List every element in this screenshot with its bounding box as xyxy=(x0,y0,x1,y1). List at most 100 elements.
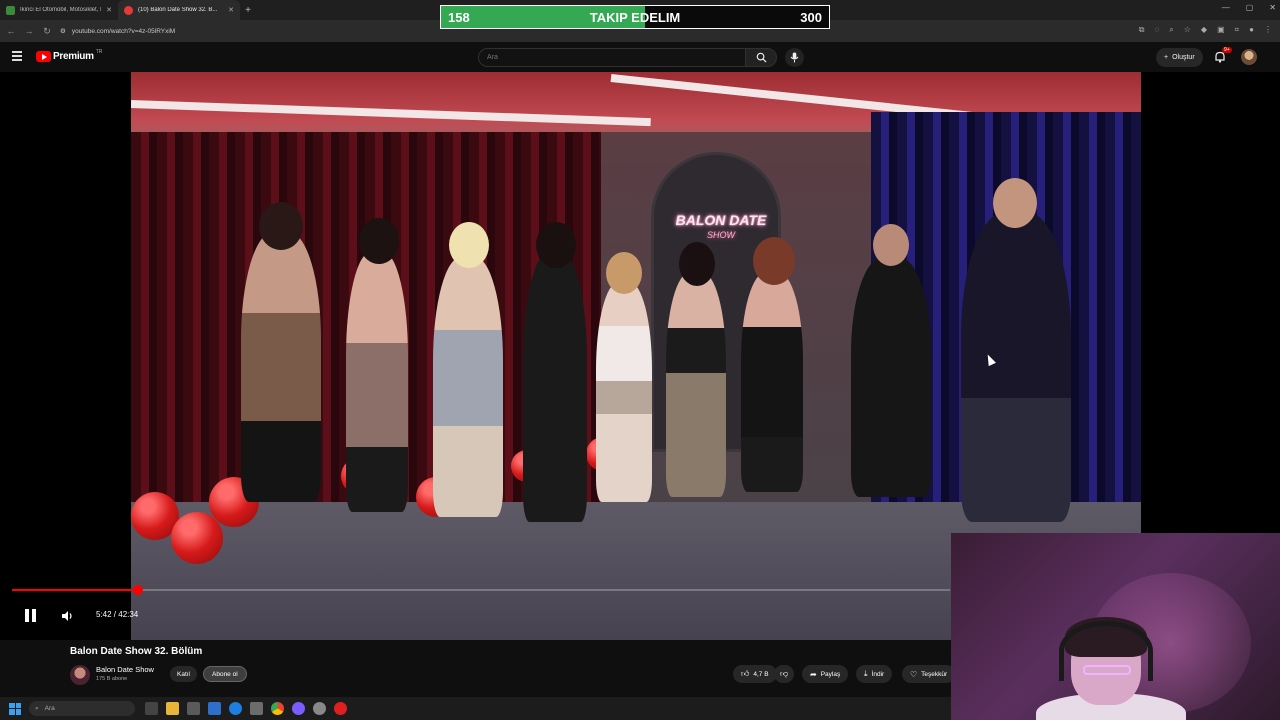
youtube-header: Premium TR Ara + Oluştur 9+ xyxy=(0,42,1280,72)
join-button[interactable]: Katıl xyxy=(170,666,198,682)
extensions-puzzle-icon[interactable]: ▣ xyxy=(1217,25,1225,35)
chrome-icon[interactable] xyxy=(271,702,284,715)
windows-taskbar: ⌕ Ara xyxy=(0,697,951,720)
record-icon[interactable] xyxy=(334,702,347,715)
thanks-heart-icon: ♡ xyxy=(910,669,918,679)
download-label: İndir xyxy=(871,670,885,678)
channel-avatar[interactable] xyxy=(70,665,90,685)
browser-tab-1[interactable]: İkinci El Otomobil, Motosiklet, İ... ✕ xyxy=(0,0,118,20)
download-icon: ⤓ xyxy=(864,669,868,678)
host-figure xyxy=(851,257,931,497)
subscribe-button[interactable]: Abone ol xyxy=(203,666,247,682)
install-icon[interactable]: ⧉ xyxy=(1139,25,1145,35)
window-controls: — ▢ ✕ xyxy=(1222,3,1276,12)
download-button[interactable]: ⤓ İndir xyxy=(856,665,893,683)
tab-search-icon[interactable]: ⌗ xyxy=(1235,25,1240,35)
like-count: 4,7 B xyxy=(753,670,769,678)
tab-title: (10) Balon Date Show 32. B... xyxy=(138,7,218,13)
neon-sign-subtitle: SHOW xyxy=(707,230,735,240)
forward-icon[interactable]: → xyxy=(24,26,34,36)
browser-toolbar-icons: ⧉ ◌ ⌕ ☆ ◆ ▣ ⌗ ● ⋮ xyxy=(1139,25,1272,35)
follow-goal-overlay: 158 TAKIP EDELIM 300 xyxy=(440,5,830,29)
progress-played xyxy=(12,589,138,591)
progress-scrubber[interactable] xyxy=(132,585,143,595)
volume-icon[interactable] xyxy=(60,609,74,623)
tab-title: İkinci El Otomobil, Motosiklet, İ... xyxy=(20,7,102,13)
logo-text: Premium xyxy=(53,51,94,62)
back-icon[interactable]: ← xyxy=(6,26,16,36)
youtube-favicon-icon xyxy=(124,5,133,15)
maximize-icon[interactable]: ▢ xyxy=(1246,3,1254,12)
new-tab-icon[interactable]: + xyxy=(240,5,256,16)
reload-icon[interactable]: ↻ xyxy=(42,26,52,37)
contestant-figure xyxy=(741,272,803,492)
url-field[interactable]: ⚙ youtube.com/watch?v=4z-05lRYxiM xyxy=(60,27,176,36)
contestant-head xyxy=(606,252,642,294)
thanks-label: Teşekkür xyxy=(921,670,948,678)
task-view-icon[interactable] xyxy=(145,702,158,715)
taskbar-search[interactable]: ⌕ Ara xyxy=(29,701,135,716)
search-button[interactable] xyxy=(745,48,777,67)
browser-menu-icon[interactable]: ⋮ xyxy=(1264,25,1272,35)
site-info-icon[interactable]: ⚙ xyxy=(60,27,66,35)
balloon xyxy=(171,512,223,564)
contestant-head xyxy=(259,202,303,250)
taskbar-search-label: Ara xyxy=(44,705,55,712)
thanks-button[interactable]: ♡ Teşekkür xyxy=(902,665,956,683)
app-icon[interactable] xyxy=(250,702,263,715)
app-icon[interactable] xyxy=(292,702,305,715)
time-display: 5:42 / 42:34 xyxy=(96,610,139,619)
neon-sign-title: BALON DATE xyxy=(675,212,767,228)
video-progress-bar[interactable] xyxy=(12,585,950,595)
profile-icon[interactable]: ● xyxy=(1249,25,1254,35)
like-button[interactable]: 👍︎ 4,7 B xyxy=(733,665,777,683)
eye-off-icon[interactable]: ◌ xyxy=(1155,25,1160,35)
pause-icon[interactable] xyxy=(23,609,37,623)
share-label: Paylaş xyxy=(820,670,841,678)
close-tab-icon[interactable]: ✕ xyxy=(106,6,112,14)
host-head xyxy=(873,224,909,266)
goal-label: TAKIP EDELIM xyxy=(589,10,681,25)
windows-start-icon[interactable] xyxy=(9,702,21,715)
thumbs-down-icon: 👎︎ xyxy=(780,669,789,678)
contestant-head xyxy=(536,222,576,268)
minimize-icon[interactable]: — xyxy=(1222,3,1230,12)
store-icon[interactable] xyxy=(187,702,200,715)
voice-search-button[interactable] xyxy=(785,48,804,67)
site-favicon-icon xyxy=(6,5,15,15)
share-button[interactable]: ➦ Paylaş xyxy=(802,665,849,683)
notification-badge: 9+ xyxy=(1222,47,1232,53)
host-figure xyxy=(961,212,1071,522)
zoom-icon[interactable]: ⌕ xyxy=(1169,25,1173,35)
search-input[interactable]: Ara xyxy=(478,48,746,67)
video-title: Balon Date Show 32. Bölüm xyxy=(70,646,203,657)
contestant-head xyxy=(679,242,715,286)
youtube-premium-logo[interactable]: Premium TR xyxy=(36,49,102,62)
contestant-figure xyxy=(523,252,587,522)
extension-icon[interactable]: ◆ xyxy=(1201,25,1207,35)
screen: İkinci El Otomobil, Motosiklet, İ... ✕ (… xyxy=(0,0,1280,720)
share-icon: ➦ xyxy=(810,669,817,679)
app-icon[interactable] xyxy=(208,702,221,715)
dislike-button[interactable]: 👎︎ xyxy=(774,665,795,683)
youtube-play-icon xyxy=(36,51,51,62)
contestant-figure xyxy=(241,232,321,502)
create-label: Oluştur xyxy=(1172,54,1195,61)
contestant-figure xyxy=(596,282,652,502)
close-tab-icon[interactable]: ✕ xyxy=(228,6,234,14)
channel-name[interactable]: Balon Date Show xyxy=(96,665,154,674)
search-icon: ⌕ xyxy=(35,704,39,712)
contestant-figure xyxy=(666,272,726,497)
create-button[interactable]: + Oluştur xyxy=(1156,48,1203,67)
close-window-icon[interactable]: ✕ xyxy=(1269,3,1276,12)
user-avatar[interactable] xyxy=(1241,49,1257,65)
contestant-figure xyxy=(433,257,503,517)
hamburger-menu-icon[interactable] xyxy=(12,51,22,61)
bookmark-star-icon[interactable]: ☆ xyxy=(1184,25,1191,35)
browser-tab-2[interactable]: (10) Balon Date Show 32. B... ✕ xyxy=(118,0,240,20)
obs-icon[interactable] xyxy=(313,702,326,715)
edge-icon[interactable] xyxy=(229,702,242,715)
file-explorer-icon[interactable] xyxy=(166,702,179,715)
thumbs-up-icon: 👍︎ xyxy=(741,669,750,678)
url-text: youtube.com/watch?v=4z-05lRYxiM xyxy=(71,27,176,35)
